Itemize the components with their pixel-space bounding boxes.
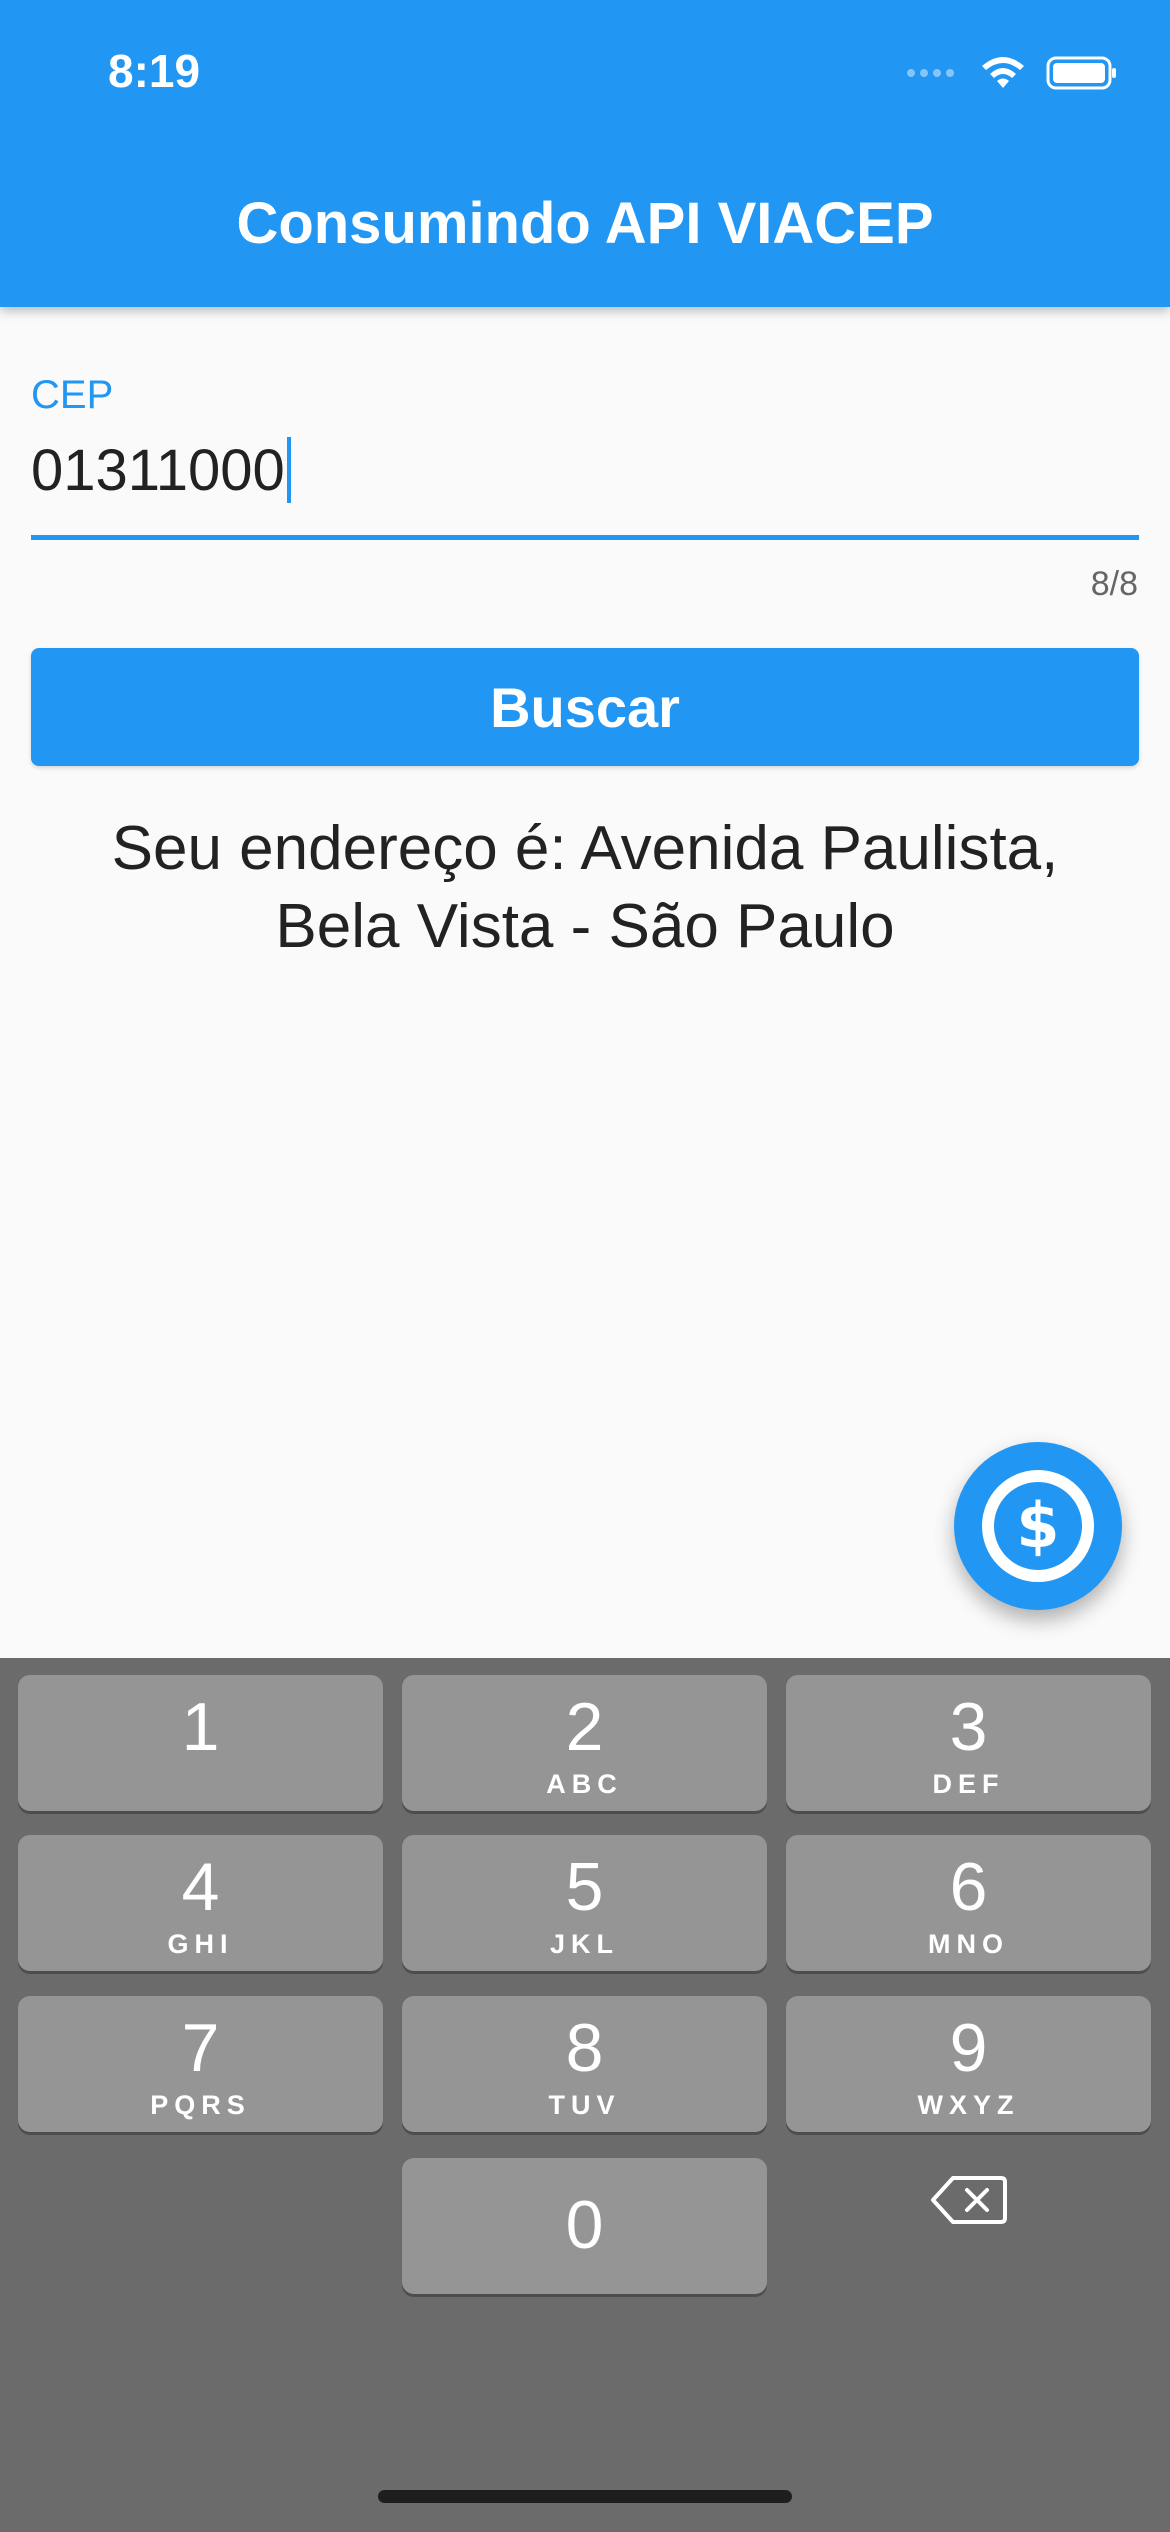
home-indicator: [378, 2490, 792, 2503]
key-digit: 2: [565, 1689, 604, 1765]
cep-value: 01311000: [31, 437, 285, 503]
key-digit: 9: [949, 2010, 988, 2086]
key-7[interactable]: 7 PQRS: [18, 1996, 383, 2132]
battery-icon: [1046, 56, 1116, 90]
key-1[interactable]: 1: [18, 1675, 383, 1811]
key-letters: GHI: [167, 1929, 234, 1959]
key-3[interactable]: 3 DEF: [786, 1675, 1151, 1811]
key-0[interactable]: 0: [402, 2158, 767, 2294]
key-6[interactable]: 6 MNO: [786, 1835, 1151, 1971]
key-4[interactable]: 4 GHI: [18, 1835, 383, 1971]
key-letters: DEF: [932, 1769, 1005, 1799]
key-letters: PQRS: [150, 2090, 251, 2120]
address-result: Seu endereço é: Avenida Paulista, Bela V…: [40, 810, 1130, 966]
signal-icon: [907, 69, 954, 77]
key-letters: ABC: [546, 1769, 623, 1799]
key-letters: WXYZ: [917, 2090, 1020, 2120]
key-digit: 5: [565, 1849, 604, 1925]
status-time: 8:19: [108, 45, 201, 97]
dollar-fab-button[interactable]: $: [954, 1442, 1122, 1610]
wifi-icon: [982, 57, 1024, 88]
cep-input-underline: [31, 535, 1139, 540]
key-5[interactable]: 5 JKL: [402, 1835, 767, 1971]
character-counter: 8/8: [1090, 565, 1138, 603]
search-button[interactable]: Buscar: [31, 648, 1139, 766]
key-digit: 4: [181, 1849, 220, 1925]
key-digit: 8: [565, 2010, 604, 2086]
svg-text:$: $: [1016, 1489, 1059, 1562]
key-digit: 0: [565, 2187, 604, 2263]
text-cursor: [286, 437, 291, 503]
dollar-icon: $: [982, 1470, 1094, 1582]
key-2[interactable]: 2 ABC: [402, 1675, 767, 1811]
page-title: Consumindo API VIACEP: [236, 191, 934, 256]
numeric-keyboard: 1 2 ABC 3 DEF 4 GHI 5 JKL 6 MNO 7 PQRS 8…: [0, 1658, 1170, 2532]
status-icons: [907, 54, 1118, 92]
key-letters: TUV: [548, 2090, 621, 2120]
address-line-1: Seu endereço é: Avenida Paulista,: [111, 814, 1059, 883]
key-8[interactable]: 8 TUV: [402, 1996, 767, 2132]
key-digit: 6: [949, 1849, 988, 1925]
key-digit: 1: [181, 1689, 220, 1765]
cep-input[interactable]: 01311000: [31, 428, 1139, 512]
cep-label: CEP: [31, 373, 114, 417]
backspace-icon[interactable]: [929, 2170, 1009, 2230]
key-digit: 7: [181, 2010, 220, 2086]
key-digit: 3: [949, 1689, 988, 1765]
key-letters: MNO: [928, 1929, 1009, 1959]
key-9[interactable]: 9 WXYZ: [786, 1996, 1151, 2132]
address-line-2: Bela Vista - São Paulo: [275, 892, 895, 961]
app-bar: 8:19 Consumindo API VIACEP: [0, 0, 1170, 307]
key-letters: JKL: [549, 1929, 619, 1959]
